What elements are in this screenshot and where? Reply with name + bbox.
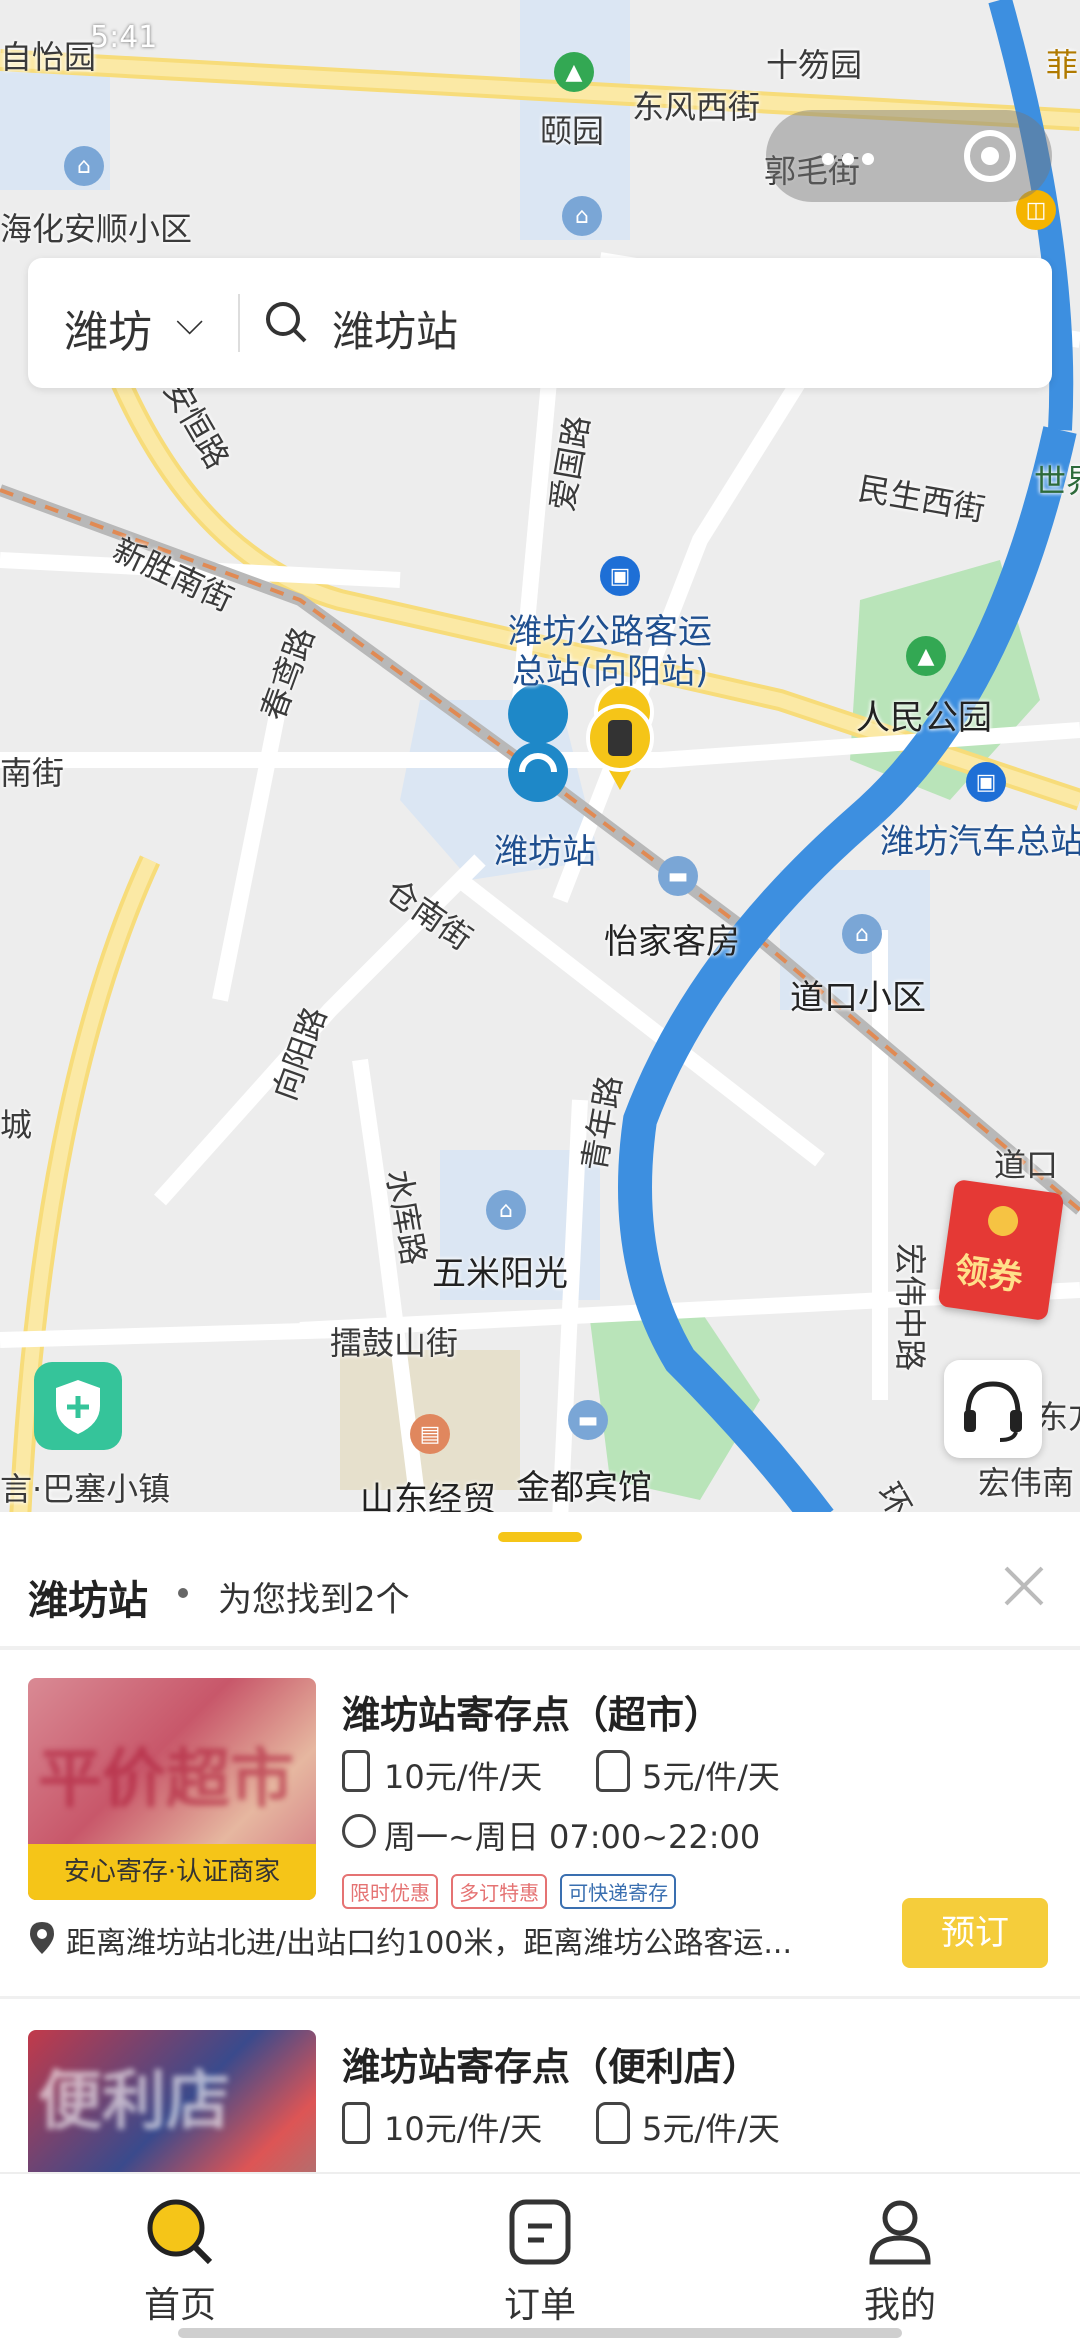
map-label: 潍坊汽车总站: [880, 822, 1080, 862]
opening-hours: 周一~周日 07:00~22:00: [384, 1818, 761, 1856]
chevron-down-icon[interactable]: ⌵: [176, 302, 203, 344]
luggage-price: 10元/件/天: [384, 2110, 543, 2148]
map-label: 怡家客房: [604, 922, 740, 962]
results-count: 为您找到2个: [218, 1580, 410, 1620]
map-label: 宏伟中路: [891, 1242, 930, 1372]
divider: [0, 1996, 1080, 1999]
tag-limited-offer: 限时优惠: [342, 1874, 438, 1909]
store-thumbnail: 便利店: [28, 2030, 316, 2172]
thumbnail-text: 便利店: [38, 2065, 230, 2139]
map-label: 擂鼓山街: [330, 1324, 459, 1362]
park-icon: ▲: [906, 636, 946, 676]
coupon-button[interactable]: 领券: [937, 1178, 1065, 1322]
divider: [238, 294, 240, 352]
luggage-price: 10元/件/天: [384, 1758, 543, 1796]
store-thumbnail: 平价超市 安心寄存·认证商家: [28, 1678, 316, 1900]
backpack-icon: [596, 1750, 630, 1792]
tag-express: 可快递寄存: [560, 1874, 677, 1909]
map-label: 人民公园: [856, 698, 992, 738]
map-label: 五米阳光: [432, 1254, 568, 1294]
bottom-tab-bar: 首页 订单 我的: [0, 2172, 1080, 2342]
results-title: 潍坊站: [28, 1578, 148, 1624]
shield-icon: [56, 1380, 100, 1434]
map-label: 东风西街: [632, 88, 761, 126]
map-label: 东方: [1036, 1398, 1080, 1436]
user-icon: [864, 2196, 936, 2268]
map-label: 颐园: [540, 112, 605, 150]
store-name: 潍坊站寄存点（超市）: [342, 1693, 723, 1737]
headset-icon: [964, 1381, 1022, 1442]
tab-profile[interactable]: 我的: [800, 2196, 1000, 2328]
status-time: 5:41: [90, 20, 158, 55]
luggage-icon: [342, 2102, 370, 2144]
thumbnail-text: 平价超市: [38, 1743, 294, 1817]
clock-icon: [342, 1814, 376, 1848]
bus-station-icon: ▣: [600, 556, 640, 596]
map-label: 道口: [994, 1146, 1059, 1184]
tab-label: 首页: [143, 2285, 216, 2326]
close-miniprogram-icon[interactable]: [964, 130, 1016, 182]
city-selector[interactable]: 潍坊: [64, 296, 152, 360]
miniprogram-capsule[interactable]: [766, 110, 1052, 202]
results-sheet: 潍坊站 为您找到2个 平价超市 安心寄存·认证商家 潍坊站寄存点（超市） 10元…: [0, 1512, 1080, 2172]
hotel-icon: ▬: [568, 1400, 608, 1440]
bag-price: 5元/件/天: [642, 2110, 780, 2148]
tab-home[interactable]: 首页: [80, 2196, 280, 2328]
tab-orders[interactable]: 订单: [440, 2196, 640, 2328]
map-label-station[interactable]: 潍坊站: [494, 824, 596, 873]
map-label: 宏伟南: [978, 1464, 1075, 1502]
map-label: 海化安顺小区: [0, 210, 193, 248]
school-icon: ▤: [410, 1414, 450, 1454]
map-label-bus-station: 潍坊公路客运 总站(向阳站): [508, 612, 712, 692]
location-pin-icon: [30, 1922, 54, 1954]
luggage-icon: [342, 1750, 370, 1792]
residence-icon: ⌂: [562, 196, 602, 236]
bag-price: 5元/件/天: [642, 1758, 780, 1796]
home-indicator[interactable]: [178, 2328, 902, 2338]
more-icon[interactable]: [822, 150, 882, 165]
search-icon: [144, 2196, 216, 2268]
result-card[interactable]: 便利店 潍坊站寄存点（便利店） 10元/件/天 5元/件/天: [0, 2002, 1080, 2172]
coupon-seal-icon: [986, 1204, 1020, 1238]
search-input[interactable]: 潍坊站: [332, 298, 458, 359]
order-icon: [504, 2196, 576, 2268]
separator-dot: [178, 1588, 188, 1598]
store-address: 距离潍坊站北进/出站口约100米，距离潍坊公路客运...: [66, 1926, 792, 1961]
safety-shield-button[interactable]: [34, 1362, 122, 1450]
tab-label: 我的: [863, 2285, 936, 2326]
residence-icon: ⌂: [842, 914, 882, 954]
result-card[interactable]: 平价超市 安心寄存·认证商家 潍坊站寄存点（超市） 10元/件/天 5元/件/天…: [0, 1650, 1080, 2000]
map-label: 南街: [0, 754, 65, 792]
map-label: 金都宾馆: [516, 1468, 652, 1508]
sheet-handle[interactable]: [498, 1532, 582, 1542]
book-button[interactable]: 预订: [902, 1898, 1048, 1968]
tag-multi-discount: 多订特惠: [451, 1874, 548, 1909]
residence-icon: ⌂: [64, 146, 104, 186]
residence-icon: ⌂: [486, 1190, 526, 1230]
map-label: 世界: [1034, 462, 1080, 500]
tag-list: 限时优惠 多订特惠 可快递寄存: [342, 1874, 684, 1909]
customer-service-button[interactable]: [944, 1360, 1042, 1458]
bus-station-icon: ▣: [966, 762, 1006, 802]
close-icon[interactable]: [1000, 1562, 1048, 1610]
backpack-icon: [596, 2102, 630, 2144]
map-label: 道口小区: [790, 978, 926, 1018]
tab-label: 订单: [503, 2285, 576, 2326]
certified-badge: 安心寄存·认证商家: [28, 1844, 316, 1900]
status-bar: 5:41: [0, 0, 1080, 80]
search-bar[interactable]: 潍坊 ⌵ 潍坊站: [28, 258, 1052, 388]
map-view[interactable]: ▲ ⌂ ⌂ ▣ ▲ ▣ ▬ ⌂ ⌂ ▬ ▤ ◫ 自怡园 颐园 十笏园 菲 东风西…: [0, 0, 1080, 1520]
coupon-label: 领券: [952, 1249, 1025, 1300]
map-label: 言·巴塞小镇: [0, 1470, 171, 1508]
hotel-icon: ▬: [658, 856, 698, 896]
search-icon: [266, 302, 307, 343]
map-label: 城: [0, 1106, 33, 1144]
store-name: 潍坊站寄存点（便利店）: [342, 2045, 761, 2089]
